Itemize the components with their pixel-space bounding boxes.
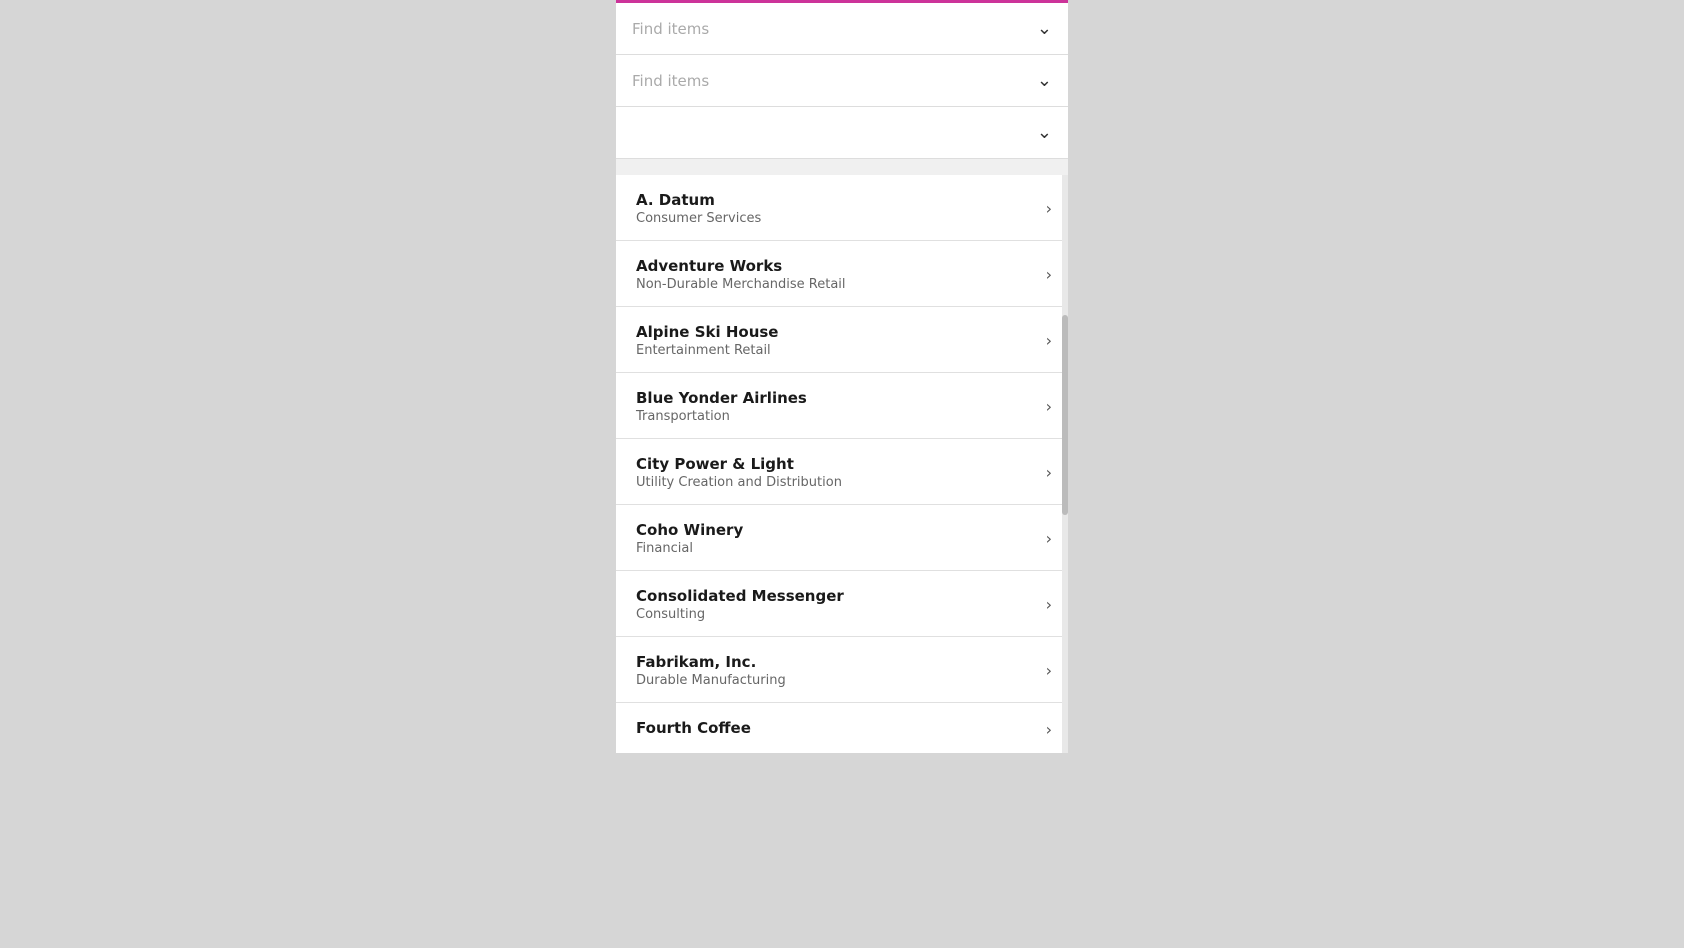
list-item-content: Adventure Works Non-Durable Merchandise … <box>636 257 1038 292</box>
list-item-category: Entertainment Retail <box>636 343 1038 358</box>
list-item-name: Consolidated Messenger <box>636 587 1038 605</box>
list-item-arrow-icon: › <box>1046 661 1052 680</box>
filter-bar-3[interactable]: ⌄ <box>616 107 1068 159</box>
list-item-name: City Power & Light <box>636 455 1038 473</box>
filter-3-chevron-icon: ⌄ <box>1037 122 1052 143</box>
list-item[interactable]: Adventure Works Non-Durable Merchandise … <box>616 241 1068 307</box>
list-item-arrow-icon: › <box>1046 595 1052 614</box>
list-item-category: Non-Durable Merchandise Retail <box>636 277 1038 292</box>
list-item[interactable]: A. Datum Consumer Services › <box>616 175 1068 241</box>
filter-bar-2[interactable]: Find items ⌄ <box>616 55 1068 107</box>
filter-1-placeholder: Find items <box>632 20 709 38</box>
main-panel: Find items ⌄ Find items ⌄ ⌄ A. Datum Con… <box>616 0 1068 753</box>
list-item-category: Durable Manufacturing <box>636 673 1038 688</box>
list-item-content: Coho Winery Financial <box>636 521 1038 556</box>
list-item-name: Fourth Coffee <box>636 719 1038 737</box>
list-item[interactable]: Fabrikam, Inc. Durable Manufacturing › <box>616 637 1068 703</box>
list-item-content: City Power & Light Utility Creation and … <box>636 455 1038 490</box>
list-item-name: Adventure Works <box>636 257 1038 275</box>
list-item-content: Fabrikam, Inc. Durable Manufacturing <box>636 653 1038 688</box>
filter-2-placeholder: Find items <box>632 72 709 90</box>
list-item-category: Transportation <box>636 409 1038 424</box>
list-item-name: Blue Yonder Airlines <box>636 389 1038 407</box>
filter-bar-1[interactable]: Find items ⌄ <box>616 3 1068 55</box>
list-item-category: Consulting <box>636 607 1038 622</box>
list-item[interactable]: Blue Yonder Airlines Transportation › <box>616 373 1068 439</box>
list-item-category: Financial <box>636 541 1038 556</box>
list-item-arrow-icon: › <box>1046 720 1052 739</box>
list-item-name: Fabrikam, Inc. <box>636 653 1038 671</box>
list-item[interactable]: Alpine Ski House Entertainment Retail › <box>616 307 1068 373</box>
list-item-arrow-icon: › <box>1046 529 1052 548</box>
list-item[interactable]: City Power & Light Utility Creation and … <box>616 439 1068 505</box>
filter-2-chevron-icon: ⌄ <box>1037 70 1052 91</box>
scrollbar-thumb[interactable] <box>1062 315 1068 515</box>
list-item[interactable]: Coho Winery Financial › <box>616 505 1068 571</box>
list-item-arrow-icon: › <box>1046 331 1052 350</box>
list-item-content: Consolidated Messenger Consulting <box>636 587 1038 622</box>
list-item-content: Fourth Coffee <box>636 719 1038 739</box>
list-item[interactable]: Consolidated Messenger Consulting › <box>616 571 1068 637</box>
scrollbar-track <box>1062 175 1068 753</box>
list-item-arrow-icon: › <box>1046 397 1052 416</box>
accounts-list: A. Datum Consumer Services › Adventure W… <box>616 175 1068 753</box>
list-item-category: Consumer Services <box>636 211 1038 226</box>
list-item-content: A. Datum Consumer Services <box>636 191 1038 226</box>
accounts-list-wrapper: A. Datum Consumer Services › Adventure W… <box>616 175 1068 753</box>
list-item-content: Blue Yonder Airlines Transportation <box>636 389 1038 424</box>
list-item-name: Coho Winery <box>636 521 1038 539</box>
filter-1-chevron-icon: ⌄ <box>1037 18 1052 39</box>
list-item-arrow-icon: › <box>1046 463 1052 482</box>
list-item-content: Alpine Ski House Entertainment Retail <box>636 323 1038 358</box>
list-item-arrow-icon: › <box>1046 265 1052 284</box>
list-item-name: A. Datum <box>636 191 1038 209</box>
list-item-arrow-icon: › <box>1046 199 1052 218</box>
list-item[interactable]: Fourth Coffee › <box>616 703 1068 753</box>
list-item-category: Utility Creation and Distribution <box>636 475 1038 490</box>
spacer <box>616 159 1068 175</box>
list-item-name: Alpine Ski House <box>636 323 1038 341</box>
